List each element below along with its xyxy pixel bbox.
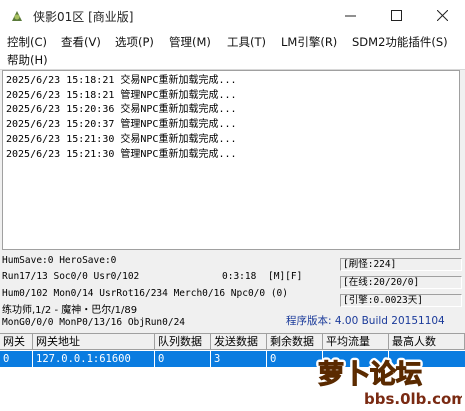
column-header-gateway[interactable]: 网关	[0, 334, 33, 350]
minimize-button[interactable]	[327, 0, 373, 31]
run-status: Run17/13 Soc0/0 Usr0/102	[2, 271, 140, 282]
column-header-avg-traffic[interactable]: 平均流量	[323, 334, 389, 350]
log-line: 2025/6/23 15:20:37 管理NPC重新加载完成...	[6, 119, 237, 131]
menu-sdm2-plugins[interactable]: SDM2功能插件(S)	[352, 34, 448, 50]
log-line: 2025/6/23 15:20:36 交易NPC重新加载完成...	[6, 104, 237, 116]
online-box: [在线:20/20/0]	[340, 276, 462, 289]
minimize-icon	[344, 15, 356, 17]
log-line: 2025/6/23 15:18:21 交易NPC重新加载完成...	[6, 75, 237, 86]
mode-flags: [M][F]	[268, 271, 303, 282]
column-header-sent[interactable]: 发送数据	[211, 334, 267, 350]
refresh-monster-box: [刷怪:224]	[340, 258, 462, 271]
menu-control[interactable]: 控制(C)	[7, 34, 47, 50]
uptime: 0:3:18	[222, 271, 257, 282]
char-status: 练功师,1/2 - 魔神・巴尔/1/89	[2, 305, 138, 316]
cell-address: 127.0.0.1:61600	[33, 351, 155, 367]
menu-tools[interactable]: 工具(T)	[227, 34, 266, 50]
column-header-max-users[interactable]: 最高人数	[389, 334, 465, 350]
log-line: 2025/6/23 15:18:21 管理NPC重新加载完成...	[6, 89, 237, 101]
menu-manage[interactable]: 管理(M)	[169, 34, 211, 50]
cell-gateway: 0	[0, 351, 33, 367]
version-label: 程序版本: 4.00 Build 20151104	[286, 315, 445, 327]
menu-bar: 控制(C) 查看(V) 选项(P) 管理(M) 工具(T) LM引擎(R) SD…	[0, 31, 465, 70]
cell-sent: 3	[211, 351, 267, 367]
column-header-queue[interactable]: 队列数据	[155, 334, 211, 350]
menu-view[interactable]: 查看(V)	[61, 34, 101, 50]
column-header-remaining[interactable]: 剩余数据	[267, 334, 323, 350]
save-status: HumSave:0 HeroSave:0	[2, 255, 117, 266]
menu-help[interactable]: 帮助(H)	[7, 52, 48, 68]
close-icon	[436, 10, 448, 21]
log-panel[interactable]: 2025/6/23 15:18:21 交易NPC重新加载完成... 2025/6…	[2, 70, 460, 250]
close-button[interactable]	[419, 0, 465, 31]
window-title: 侠影01区 [商业版]	[33, 10, 134, 24]
maximize-icon	[390, 10, 402, 21]
engine-uptime-box: [引擎:0.0023天]	[340, 294, 462, 307]
title-bar: 侠影01区 [商业版]	[0, 0, 465, 32]
menu-lm-engine[interactable]: LM引擎(R)	[281, 34, 337, 50]
app-icon	[12, 11, 22, 21]
hum-status: Hum0/102 Mon0/14 UsrRot16/234 Merch0/16 …	[2, 288, 288, 299]
svg-text:bbs.0lb.com: bbs.0lb.com	[364, 390, 462, 408]
mon-status: MonG0/0/0 MonP0/13/16 ObjRun0/24	[2, 317, 186, 328]
svg-text:萝卜论坛: 萝卜论坛	[318, 360, 422, 390]
menu-options[interactable]: 选项(P)	[115, 34, 154, 50]
log-line: 2025/6/23 15:21:30 管理NPC重新加载完成...	[6, 148, 237, 160]
cell-queue: 0	[155, 351, 211, 367]
forum-watermark-logo: 萝卜论坛 萝卜论坛 bbs.0lb.com bbs.0lb.com	[315, 357, 462, 408]
maximize-button[interactable]	[373, 0, 419, 31]
log-line: 2025/6/23 15:21:30 交易NPC重新加载完成...	[6, 133, 237, 145]
column-header-address[interactable]: 网关地址	[33, 334, 155, 350]
